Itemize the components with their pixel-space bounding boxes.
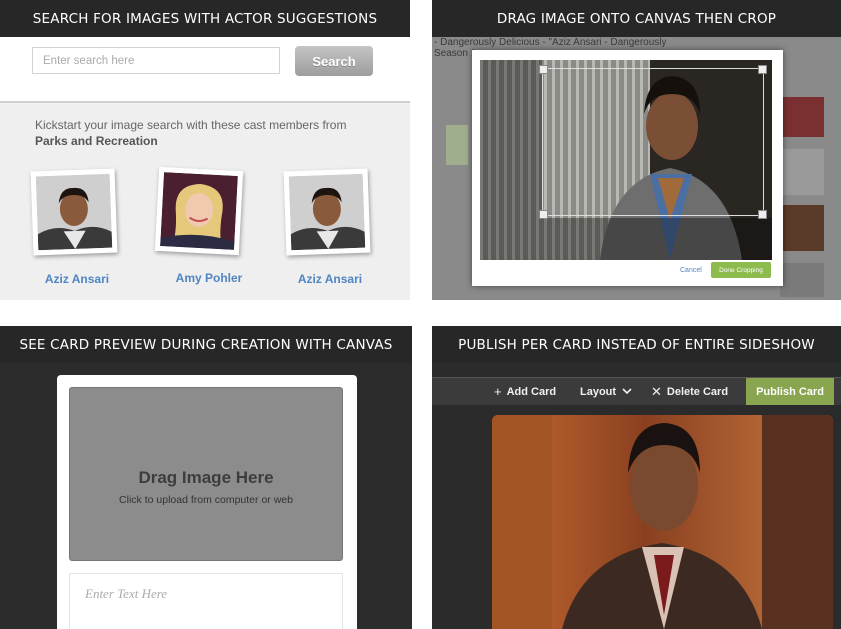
panel-crop-image: DRAG IMAGE ONTO CANVAS THEN CROP - Dange… [432, 0, 841, 300]
actor-portrait-image [288, 173, 366, 251]
add-card-label: Add Card [506, 385, 557, 398]
actor-portrait-image [35, 173, 113, 251]
delete-card-button[interactable]: ✕ Delete Card [651, 378, 728, 405]
actor-photo[interactable] [283, 168, 371, 256]
panel-card-preview: SEE CARD PREVIEW DURING CREATION WITH CA… [0, 326, 412, 629]
background-thumbnail [780, 149, 824, 195]
actor-name-link[interactable]: Amy Pohler [154, 271, 264, 285]
background-thumbnail [780, 263, 824, 297]
dropzone-title: Drag Image Here [138, 468, 274, 487]
crop-handle[interactable] [539, 65, 548, 74]
search-bar: Search [0, 37, 410, 103]
actor-photo[interactable] [30, 168, 118, 256]
delete-card-label: Delete Card [666, 385, 729, 398]
crop-handle[interactable] [539, 210, 548, 219]
publish-card-button[interactable]: Publish Card [746, 378, 834, 405]
card-photo-image [492, 415, 833, 629]
background-thumbnail [446, 125, 468, 165]
card-editor: Drag Image Here Click to upload from com… [57, 375, 357, 629]
add-card-button[interactable]: + Add Card [494, 378, 556, 405]
panel-actor-search: SEARCH FOR IMAGES WITH ACTOR SUGGESTIONS… [0, 0, 410, 300]
panel-caption: SEARCH FOR IMAGES WITH ACTOR SUGGESTIONS [0, 0, 410, 37]
image-dropzone[interactable]: Drag Image Here Click to upload from com… [69, 387, 343, 561]
panel-caption: DRAG IMAGE ONTO CANVAS THEN CROP [432, 0, 841, 37]
show-name: Parks and Recreation [35, 134, 158, 148]
actor-name-link[interactable]: Aziz Ansari [275, 272, 385, 286]
suggestion-intro: Kickstart your image search with these c… [35, 117, 395, 149]
crop-handle[interactable] [758, 210, 767, 219]
crop-handle[interactable] [758, 65, 767, 74]
layout-label: Layout [580, 385, 617, 398]
card-text-input[interactable]: Enter Text Here [69, 573, 343, 629]
search-input[interactable] [32, 47, 280, 74]
chevron-down-icon [622, 386, 632, 398]
card-toolbar: + Add Card Layout ✕ Delete Card Publish … [432, 377, 841, 405]
crop-dialog: Cancel Done Cropping [472, 50, 783, 286]
actor-photo[interactable] [154, 166, 244, 256]
done-cropping-button[interactable]: Done Cropping [711, 262, 771, 278]
background-subtitle: Season 1 [434, 48, 477, 59]
panel-caption: SEE CARD PREVIEW DURING CREATION WITH CA… [0, 326, 412, 363]
background-page: - Dangerously Delicious - "Aziz Ansari -… [432, 37, 841, 300]
panel-caption: PUBLISH PER CARD INSTEAD OF ENTIRE SIDES… [432, 326, 841, 363]
crop-photo[interactable] [480, 60, 772, 260]
background-thumbnail [780, 97, 824, 137]
card-photo [492, 415, 833, 629]
actor-name-link[interactable]: Aziz Ansari [22, 272, 132, 286]
layout-dropdown[interactable]: Layout [580, 378, 632, 405]
search-button[interactable]: Search [295, 46, 373, 76]
intro-text: Kickstart your image search with these c… [35, 118, 347, 132]
panel-publish-card: PUBLISH PER CARD INSTEAD OF ENTIRE SIDES… [432, 326, 841, 629]
plus-icon: + [494, 384, 502, 399]
background-title: - Dangerously Delicious - "Aziz Ansari -… [434, 37, 667, 48]
cancel-link[interactable]: Cancel [680, 267, 702, 274]
crop-box[interactable] [539, 65, 767, 219]
actor-portrait-image [160, 172, 238, 250]
close-icon: ✕ [651, 383, 662, 399]
dropzone-subtitle: Click to upload from computer or web [119, 494, 293, 506]
background-thumbnail [780, 205, 824, 251]
